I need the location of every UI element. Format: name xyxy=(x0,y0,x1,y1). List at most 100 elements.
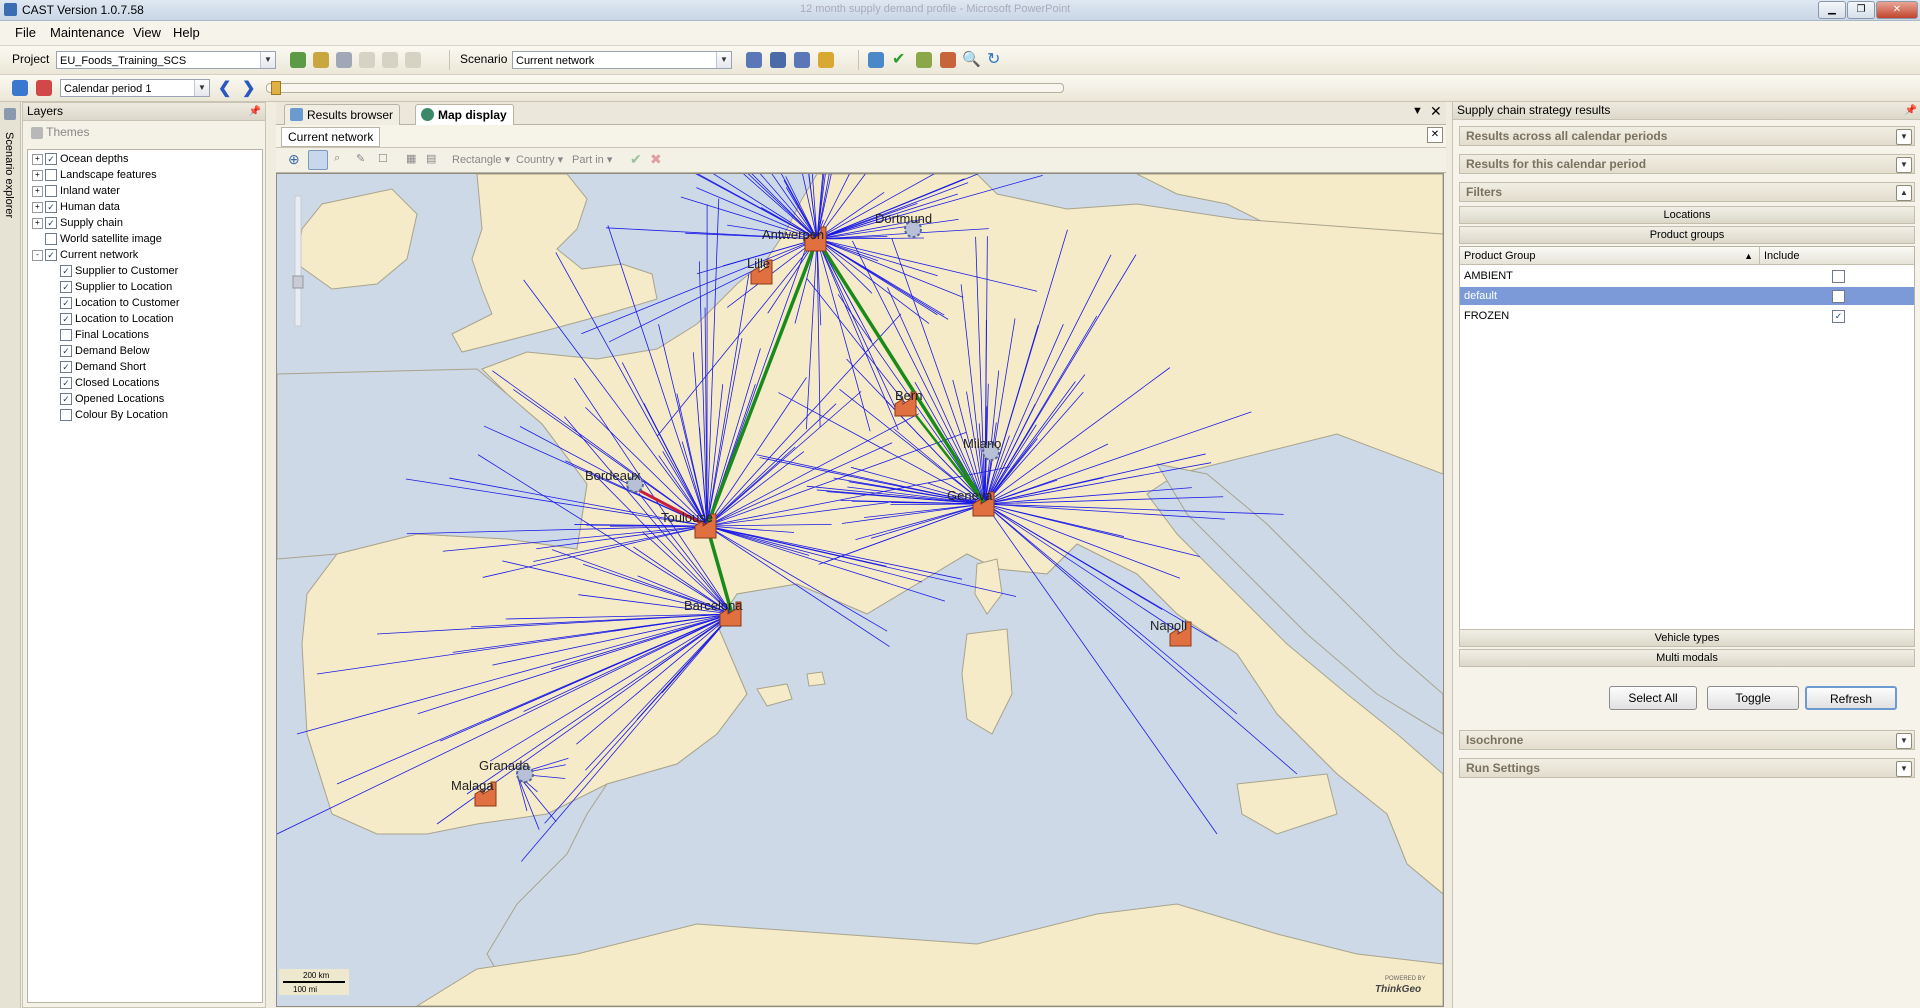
chevron-up-icon[interactable]: ▲ xyxy=(1896,185,1912,201)
slider-handle[interactable] xyxy=(271,81,281,95)
themes-button[interactable]: Themes xyxy=(31,125,89,139)
collapse-icon[interactable]: - xyxy=(32,249,43,261)
layer-checkbox[interactable]: ✓ xyxy=(60,265,72,278)
calendar-period-select[interactable]: Calendar period 1 ▼ xyxy=(60,79,210,97)
clear-icon[interactable]: ▤ xyxy=(426,152,436,165)
scenario-select[interactable]: Current network ▼ xyxy=(512,51,732,69)
box-icon[interactable]: ☐ xyxy=(378,152,388,165)
layer-checkbox[interactable]: ✓ xyxy=(60,297,72,310)
close-button[interactable]: ✕ xyxy=(1876,1,1918,19)
layer-checkbox[interactable]: ✓ xyxy=(60,313,72,326)
layer-subnode[interactable]: ✓ Supplier to Customer xyxy=(60,264,178,278)
tab-current-network[interactable]: Current network xyxy=(281,127,381,147)
layer-subnode[interactable]: ✓ Location to Location xyxy=(60,312,173,326)
calendar-icon[interactable] xyxy=(868,52,884,68)
edit-scenario-icon[interactable] xyxy=(818,52,834,68)
layer-node[interactable]: + ✓ Ocean depths xyxy=(32,152,129,166)
section-filters[interactable]: Filters ▲ xyxy=(1459,182,1915,202)
tab-dropdown-icon[interactable]: ▼ xyxy=(1412,105,1423,117)
multi-modals-bar[interactable]: Multi modals xyxy=(1459,649,1915,667)
layer-node[interactable]: + Inland water xyxy=(32,184,120,198)
tab-results-browser[interactable]: Results browser xyxy=(284,104,401,125)
layer-checkbox[interactable]: ✓ xyxy=(45,153,57,166)
layer-subnode[interactable]: ✓ Supplier to Location xyxy=(60,280,172,294)
accept-check-icon[interactable]: ✔ xyxy=(630,151,642,168)
product-groups-bar[interactable]: Product groups xyxy=(1459,226,1915,244)
validate-check-icon[interactable]: ✔ xyxy=(892,49,905,69)
layer-node[interactable]: - ✓ Current network xyxy=(32,248,138,262)
pin-icon[interactable]: 📌 xyxy=(249,103,261,120)
maximize-button[interactable]: ❐ xyxy=(1847,1,1875,19)
project-select[interactable]: EU_Foods_Training_SCS ▼ xyxy=(56,51,276,69)
zoom-slider-thumb[interactable] xyxy=(292,275,304,289)
layer-subnode[interactable]: Colour By Location xyxy=(60,408,168,422)
expand-icon[interactable]: + xyxy=(32,185,43,197)
layer-checkbox[interactable] xyxy=(45,169,57,182)
select-all-button[interactable]: Select All xyxy=(1609,686,1697,710)
zoom-in-icon[interactable]: ⊕ xyxy=(288,151,300,168)
refresh-icon[interactable]: ↻ xyxy=(987,49,1000,69)
map-canvas[interactable]: Antwerpen Dortmund Lille Bern Milano Geneva Bo… xyxy=(277,174,1443,1006)
column-header-include[interactable]: Include xyxy=(1760,247,1914,265)
table-row[interactable]: AMBIENT xyxy=(1460,267,1914,285)
chevron-down-icon[interactable]: ▼ xyxy=(1896,129,1912,145)
layer-subnode[interactable]: ✓ Closed Locations xyxy=(60,376,159,390)
include-checkbox[interactable] xyxy=(1832,270,1845,283)
layer-checkbox[interactable]: ✓ xyxy=(45,249,57,262)
layer-checkbox[interactable]: ✓ xyxy=(45,201,57,214)
select-icon[interactable]: ⌕ xyxy=(334,152,340,165)
pin-icon[interactable] xyxy=(4,108,16,120)
period-slider[interactable] xyxy=(266,81,1064,95)
section-run-settings[interactable]: Run Settings ▼ xyxy=(1459,758,1915,778)
column-header-product-group[interactable]: Product Group ▲ xyxy=(1460,247,1760,265)
layer-checkbox[interactable] xyxy=(45,233,57,246)
menu-view[interactable]: View xyxy=(133,25,161,40)
layer-checkbox[interactable] xyxy=(45,185,57,198)
search-icon[interactable]: 🔍 xyxy=(962,50,981,68)
layer-subnode[interactable]: Final Locations xyxy=(60,328,149,342)
include-checkbox[interactable] xyxy=(1832,290,1845,303)
layer-checkbox[interactable] xyxy=(60,409,72,422)
country-dropdown[interactable]: Country ▾ xyxy=(516,153,563,166)
locations-bar[interactable]: Locations xyxy=(1459,206,1915,224)
rectangle-dropdown[interactable]: Rectangle ▾ xyxy=(452,153,510,166)
view-icon[interactable] xyxy=(12,80,28,96)
zoom-slider[interactable] xyxy=(294,195,302,327)
delete-icon[interactable]: ▦ xyxy=(406,152,416,165)
include-checkbox[interactable]: ✓ xyxy=(1832,310,1845,323)
layer-subnode[interactable]: ✓ Opened Locations xyxy=(60,392,164,406)
expand-icon[interactable]: + xyxy=(32,217,43,229)
copy-scenario-icon[interactable] xyxy=(794,52,810,68)
layer-subnode[interactable]: ✓ Demand Below xyxy=(60,344,150,358)
menu-file[interactable]: File xyxy=(15,25,36,40)
layer-checkbox[interactable]: ✓ xyxy=(60,361,72,374)
next-period-icon[interactable]: ❯ xyxy=(242,78,255,98)
paste-project-icon[interactable] xyxy=(359,52,375,68)
location-marker[interactable]: Lille xyxy=(747,256,773,285)
edit-icon[interactable]: ✎ xyxy=(356,152,365,165)
chevron-down-icon[interactable]: ▼ xyxy=(1896,733,1912,749)
pan-icon[interactable] xyxy=(308,150,328,170)
layer-checkbox[interactable]: ✓ xyxy=(45,217,57,230)
expand-icon[interactable]: + xyxy=(32,169,43,181)
scenario-explorer-tab[interactable]: Scenario explorer xyxy=(3,132,15,218)
new-scenario-icon[interactable] xyxy=(746,52,762,68)
cancel-icon[interactable]: ✖ xyxy=(650,151,662,168)
refresh-button[interactable]: Refresh xyxy=(1805,686,1897,710)
layer-subnode[interactable]: ✓ Demand Short xyxy=(60,360,146,374)
close-icon[interactable]: ✕ xyxy=(1427,127,1443,143)
new-project-icon[interactable] xyxy=(290,52,306,68)
part-in-dropdown[interactable]: Part in ▾ xyxy=(572,153,612,166)
section-results-across-periods[interactable]: Results across all calendar periods ▼ xyxy=(1459,126,1915,146)
expand-icon[interactable]: + xyxy=(32,201,43,213)
layer-subnode[interactable]: ✓ Location to Customer xyxy=(60,296,180,310)
chevron-down-icon[interactable]: ▼ xyxy=(1896,761,1912,777)
table-row[interactable]: default xyxy=(1460,287,1914,305)
menu-help[interactable]: Help xyxy=(173,25,200,40)
tab-map-display[interactable]: Map display xyxy=(415,104,514,125)
map-view[interactable]: Antwerpen Dortmund Lille Bern Milano Geneva Bo… xyxy=(276,173,1444,1007)
expand-icon[interactable]: + xyxy=(32,153,43,165)
section-results-this-period[interactable]: Results for this calendar period ▼ xyxy=(1459,154,1915,174)
chart-icon[interactable] xyxy=(36,80,52,96)
grid-icon[interactable] xyxy=(940,52,956,68)
